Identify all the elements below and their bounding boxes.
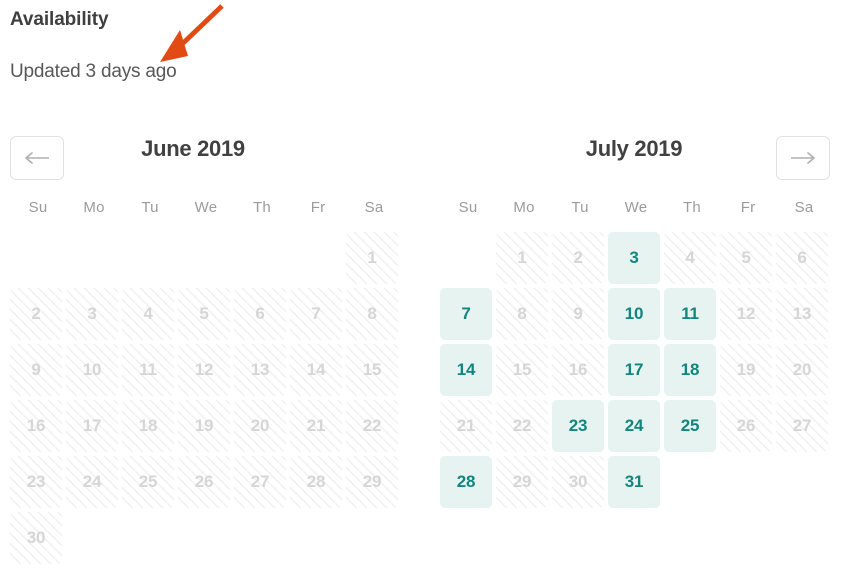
weekday-label: Su: [28, 199, 48, 216]
day-cell-unavailable: 18: [122, 400, 174, 452]
calendar-month-july: July 2019 Su Mo Tu We Th Fr Sa 1 2 3 4 5 6 7 8 9 10 11 12…: [438, 130, 838, 560]
weekday-label: We: [624, 199, 648, 216]
weekday-row-june: Su Mo Tu We Th Fr Sa: [10, 198, 408, 218]
day-cell-unavailable: 12: [720, 288, 772, 340]
day-cell-unavailable: 7: [290, 288, 342, 340]
weekday-label: Sa: [364, 199, 384, 216]
day-cell-unavailable: 4: [122, 288, 174, 340]
day-cell-unavailable: 19: [720, 344, 772, 396]
day-cell-unavailable: 22: [496, 400, 548, 452]
day-cell-unavailable: 14: [290, 344, 342, 396]
calendar-month-june: June 2019 Su Mo Tu We Th Fr Sa 1 2 3 4 5 6 7 8 9 10 11 12…: [8, 130, 408, 564]
day-cell-available[interactable]: 3: [608, 232, 660, 284]
day-cell-empty: [10, 232, 62, 284]
day-cell-unavailable: 15: [496, 344, 548, 396]
day-cell-unavailable: 17: [66, 400, 118, 452]
weekday-label: Tu: [571, 199, 589, 216]
page-title: Availability: [10, 9, 109, 30]
day-cell-unavailable: 1: [496, 232, 548, 284]
day-cell-available[interactable]: 24: [608, 400, 660, 452]
weekday-label: Sa: [794, 199, 814, 216]
day-cell-unavailable: 15: [346, 344, 398, 396]
day-cell-unavailable: 10: [66, 344, 118, 396]
day-cell-unavailable: 29: [346, 456, 398, 508]
day-cell-available[interactable]: 14: [440, 344, 492, 396]
day-cell-unavailable: 26: [178, 456, 230, 508]
day-cell-available[interactable]: 11: [664, 288, 716, 340]
day-cell-empty: [66, 232, 118, 284]
day-cell-available[interactable]: 7: [440, 288, 492, 340]
day-cell-unavailable: 8: [346, 288, 398, 340]
day-cell-unavailable: 20: [776, 344, 828, 396]
day-cell-unavailable: 1: [346, 232, 398, 284]
day-cell-available[interactable]: 25: [664, 400, 716, 452]
day-cell-unavailable: 9: [10, 344, 62, 396]
day-cell-unavailable: 11: [122, 344, 174, 396]
day-cell-unavailable: 2: [10, 288, 62, 340]
availability-calendars: June 2019 Su Mo Tu We Th Fr Sa 1 2 3 4 5 6 7 8 9 10 11 12…: [0, 130, 854, 570]
day-cell-unavailable: 6: [234, 288, 286, 340]
day-cell-unavailable: 21: [290, 400, 342, 452]
day-grid-june: 1 2 3 4 5 6 7 8 9 10 11 12 13 14 15 16 17 18 19 20 21 22 23 24 2…: [10, 232, 408, 568]
day-cell-unavailable: 30: [10, 512, 62, 564]
arrow-right-icon: [791, 152, 815, 164]
month-title-june: June 2019: [141, 136, 245, 161]
day-cell-empty: [234, 232, 286, 284]
day-cell-unavailable: 13: [776, 288, 828, 340]
day-cell-unavailable: 29: [496, 456, 548, 508]
weekday-label: Fr: [310, 199, 326, 216]
day-cell-unavailable: 13: [234, 344, 286, 396]
day-cell-unavailable: 28: [290, 456, 342, 508]
day-cell-unavailable: 16: [10, 400, 62, 452]
day-cell-available[interactable]: 17: [608, 344, 660, 396]
weekday-row-july: Su Mo Tu We Th Fr Sa: [440, 198, 838, 218]
day-cell-unavailable: 27: [234, 456, 286, 508]
day-cell-unavailable: 23: [10, 456, 62, 508]
weekday-label: Mo: [83, 199, 105, 216]
availability-header: Availability Updated 3 days ago: [10, 8, 510, 82]
day-cell-unavailable: 2: [552, 232, 604, 284]
day-grid-july: 1 2 3 4 5 6 7 8 9 10 11 12 13 14 15 16 17 18 19 20 21 22 23 24 2…: [440, 232, 838, 512]
weekday-label: Fr: [740, 199, 756, 216]
day-cell-unavailable: 25: [122, 456, 174, 508]
day-cell-unavailable: 8: [496, 288, 548, 340]
day-cell-available[interactable]: 28: [440, 456, 492, 508]
day-cell-unavailable: 27: [776, 400, 828, 452]
day-cell-unavailable: 19: [178, 400, 230, 452]
day-cell-unavailable: 12: [178, 344, 230, 396]
calendar-header-june: June 2019: [8, 130, 408, 186]
day-cell-available[interactable]: 31: [608, 456, 660, 508]
day-cell-unavailable: 5: [720, 232, 772, 284]
day-cell-unavailable: 6: [776, 232, 828, 284]
day-cell-empty: [122, 232, 174, 284]
day-cell-unavailable: 21: [440, 400, 492, 452]
day-cell-available[interactable]: 10: [608, 288, 660, 340]
day-cell-available[interactable]: 18: [664, 344, 716, 396]
calendar-header-july: July 2019: [438, 130, 838, 186]
day-cell-unavailable: 26: [720, 400, 772, 452]
day-cell-unavailable: 24: [66, 456, 118, 508]
weekday-label: Tu: [141, 199, 159, 216]
weekday-label: Th: [683, 199, 701, 216]
weekday-label: We: [194, 199, 218, 216]
day-cell-unavailable: 16: [552, 344, 604, 396]
day-cell-unavailable: 20: [234, 400, 286, 452]
weekday-label: Su: [458, 199, 478, 216]
day-cell-unavailable: 4: [664, 232, 716, 284]
day-cell-empty: [290, 232, 342, 284]
day-cell-available[interactable]: 23: [552, 400, 604, 452]
month-title-july: July 2019: [585, 136, 683, 161]
day-cell-empty: [178, 232, 230, 284]
day-cell-unavailable: 22: [346, 400, 398, 452]
day-cell-unavailable: 3: [66, 288, 118, 340]
day-cell-unavailable: 5: [178, 288, 230, 340]
next-month-button[interactable]: [776, 136, 830, 180]
last-updated-text: Updated 3 days ago: [10, 61, 177, 82]
weekday-label: Th: [253, 199, 271, 216]
day-cell-unavailable: 30: [552, 456, 604, 508]
day-cell-unavailable: 9: [552, 288, 604, 340]
day-cell-empty: [440, 232, 492, 284]
weekday-label: Mo: [513, 199, 535, 216]
